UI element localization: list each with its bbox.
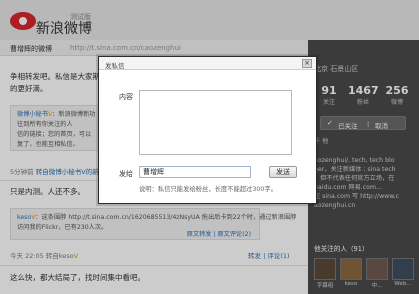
dialog-title: 发私信 <box>105 62 125 70</box>
content-label: 内容 <box>119 93 133 101</box>
dialog-note: 说明：私信只能发给粉丝，长度不能超过300字。 <box>139 186 277 193</box>
dialog-header: 发私信 × <box>99 57 316 70</box>
private-message-dialog: 发私信 × 内容 发给 发送 说明：私信只能发给粉丝，长度不能超过300字。 <box>98 56 317 204</box>
recipient-input[interactable] <box>139 166 251 178</box>
send-button[interactable]: 发送 <box>269 166 297 178</box>
close-icon[interactable]: × <box>302 59 312 68</box>
message-textarea[interactable] <box>139 90 292 155</box>
recipient-label: 发给 <box>119 170 133 178</box>
